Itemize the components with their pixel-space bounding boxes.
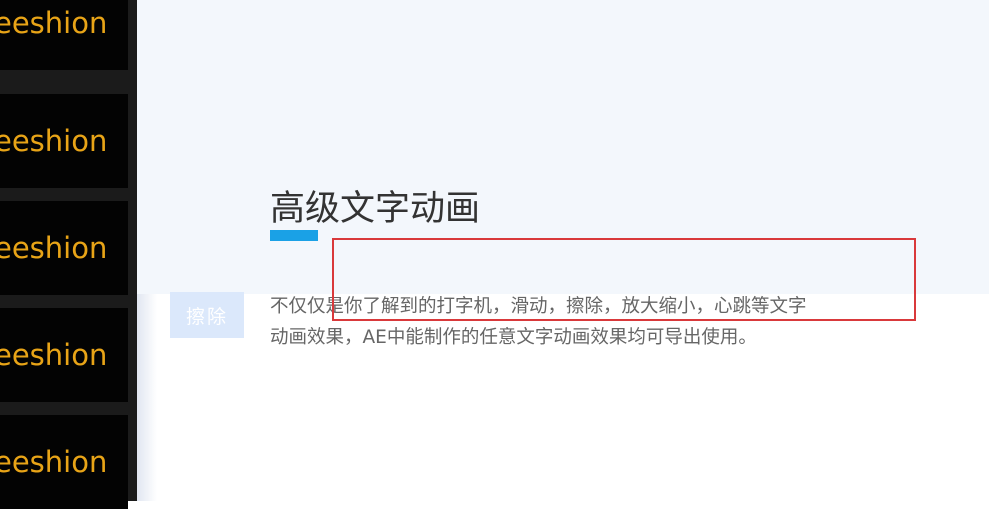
title-accent-bar: [270, 230, 318, 241]
preview-frame-text: eeshion: [0, 231, 108, 265]
preview-frame-text: eeshion: [0, 445, 108, 479]
preview-frame[interactable]: eeshion: [0, 415, 128, 509]
preview-frame[interactable]: eeshion: [0, 0, 128, 70]
preview-frame-text: eeshion: [0, 6, 108, 40]
preview-frame-text: eeshion: [0, 124, 108, 158]
preview-frame-text: eeshion: [0, 338, 108, 372]
preview-frame[interactable]: eeshion: [0, 308, 128, 402]
highlight-box: [332, 238, 916, 321]
preview-film-strip: eeshion eeshion eeshion eeshion eeshion: [0, 0, 137, 509]
wipe-tag-button[interactable]: 擦除: [170, 292, 244, 338]
preview-frame[interactable]: eeshion: [0, 201, 128, 295]
preview-frame[interactable]: eeshion: [0, 94, 128, 188]
section-title: 高级文字动画: [270, 189, 481, 230]
